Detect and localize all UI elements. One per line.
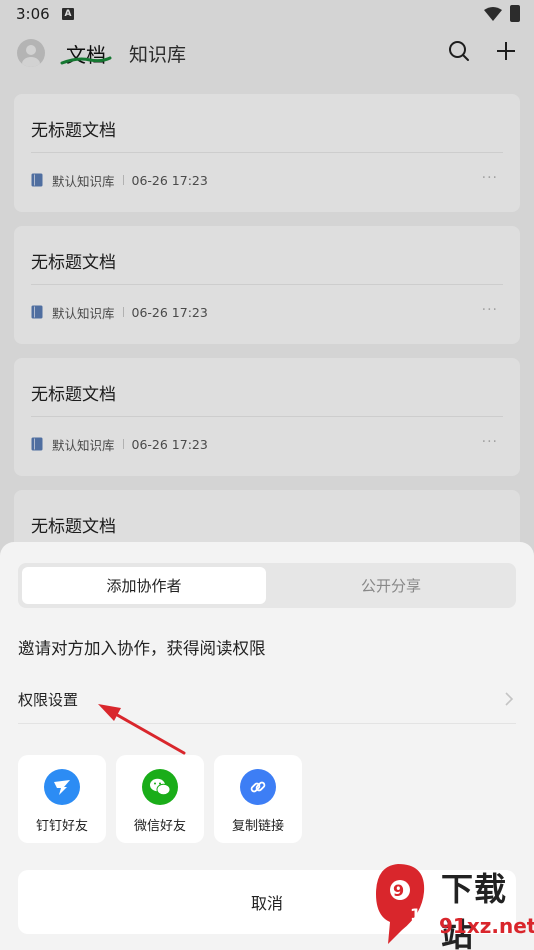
- svg-text:9: 9: [393, 881, 404, 900]
- watermark-91-logo: 9 1: [376, 864, 425, 944]
- watermark-logo: 9 1 下载站 91xz.net: [368, 858, 534, 950]
- share-mode-segment: 添加协作者 公开分享: [18, 563, 516, 608]
- link-icon: [240, 769, 276, 805]
- dingtalk-icon: [44, 769, 80, 805]
- share-label: 微信好友: [133, 819, 186, 834]
- permission-settings-row[interactable]: 权限设置: [18, 682, 516, 724]
- tab-public-share[interactable]: 公开分享: [270, 567, 512, 604]
- invite-description: 邀请对方加入协作，获得阅读权限: [18, 639, 266, 658]
- share-label: 复制链接: [231, 819, 284, 834]
- share-dingtalk-button[interactable]: 钉钉好友: [18, 755, 106, 843]
- watermark-url: 91xz.net: [439, 914, 534, 938]
- share-label: 钉钉好友: [35, 819, 88, 834]
- chevron-right-icon: [505, 692, 514, 706]
- wechat-icon: [142, 769, 178, 805]
- tab-add-collaborator[interactable]: 添加协作者: [22, 567, 266, 604]
- permission-label: 权限设置: [18, 691, 79, 709]
- copy-link-button[interactable]: 复制链接: [214, 755, 302, 843]
- share-wechat-button[interactable]: 微信好友: [116, 755, 204, 843]
- svg-text:1: 1: [410, 905, 421, 924]
